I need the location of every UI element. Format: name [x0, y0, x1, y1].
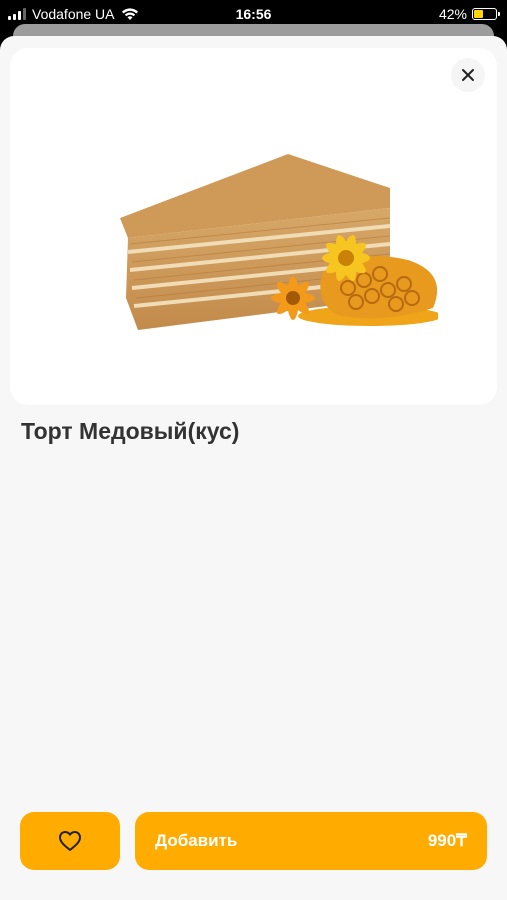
heart-icon — [59, 831, 81, 851]
product-sheet: Торт Медовый(кус) Добавить 990₸ — [0, 36, 507, 900]
clock: 16:56 — [235, 6, 272, 22]
battery-percent: 42% — [438, 6, 467, 22]
favorite-button[interactable] — [20, 812, 120, 870]
product-title: Торт Медовый(кус) — [21, 418, 240, 444]
add-to-cart-button[interactable]: Добавить 990₸ — [135, 812, 487, 870]
product-image-card — [10, 48, 497, 405]
close-button[interactable] — [451, 58, 485, 92]
honey-cake-slice-image — [120, 154, 438, 330]
battery-icon — [472, 8, 500, 20]
add-button-label: Добавить — [155, 831, 238, 850]
flower-left — [271, 276, 315, 320]
price-label: 990₸ — [427, 831, 467, 850]
close-icon — [462, 69, 474, 81]
